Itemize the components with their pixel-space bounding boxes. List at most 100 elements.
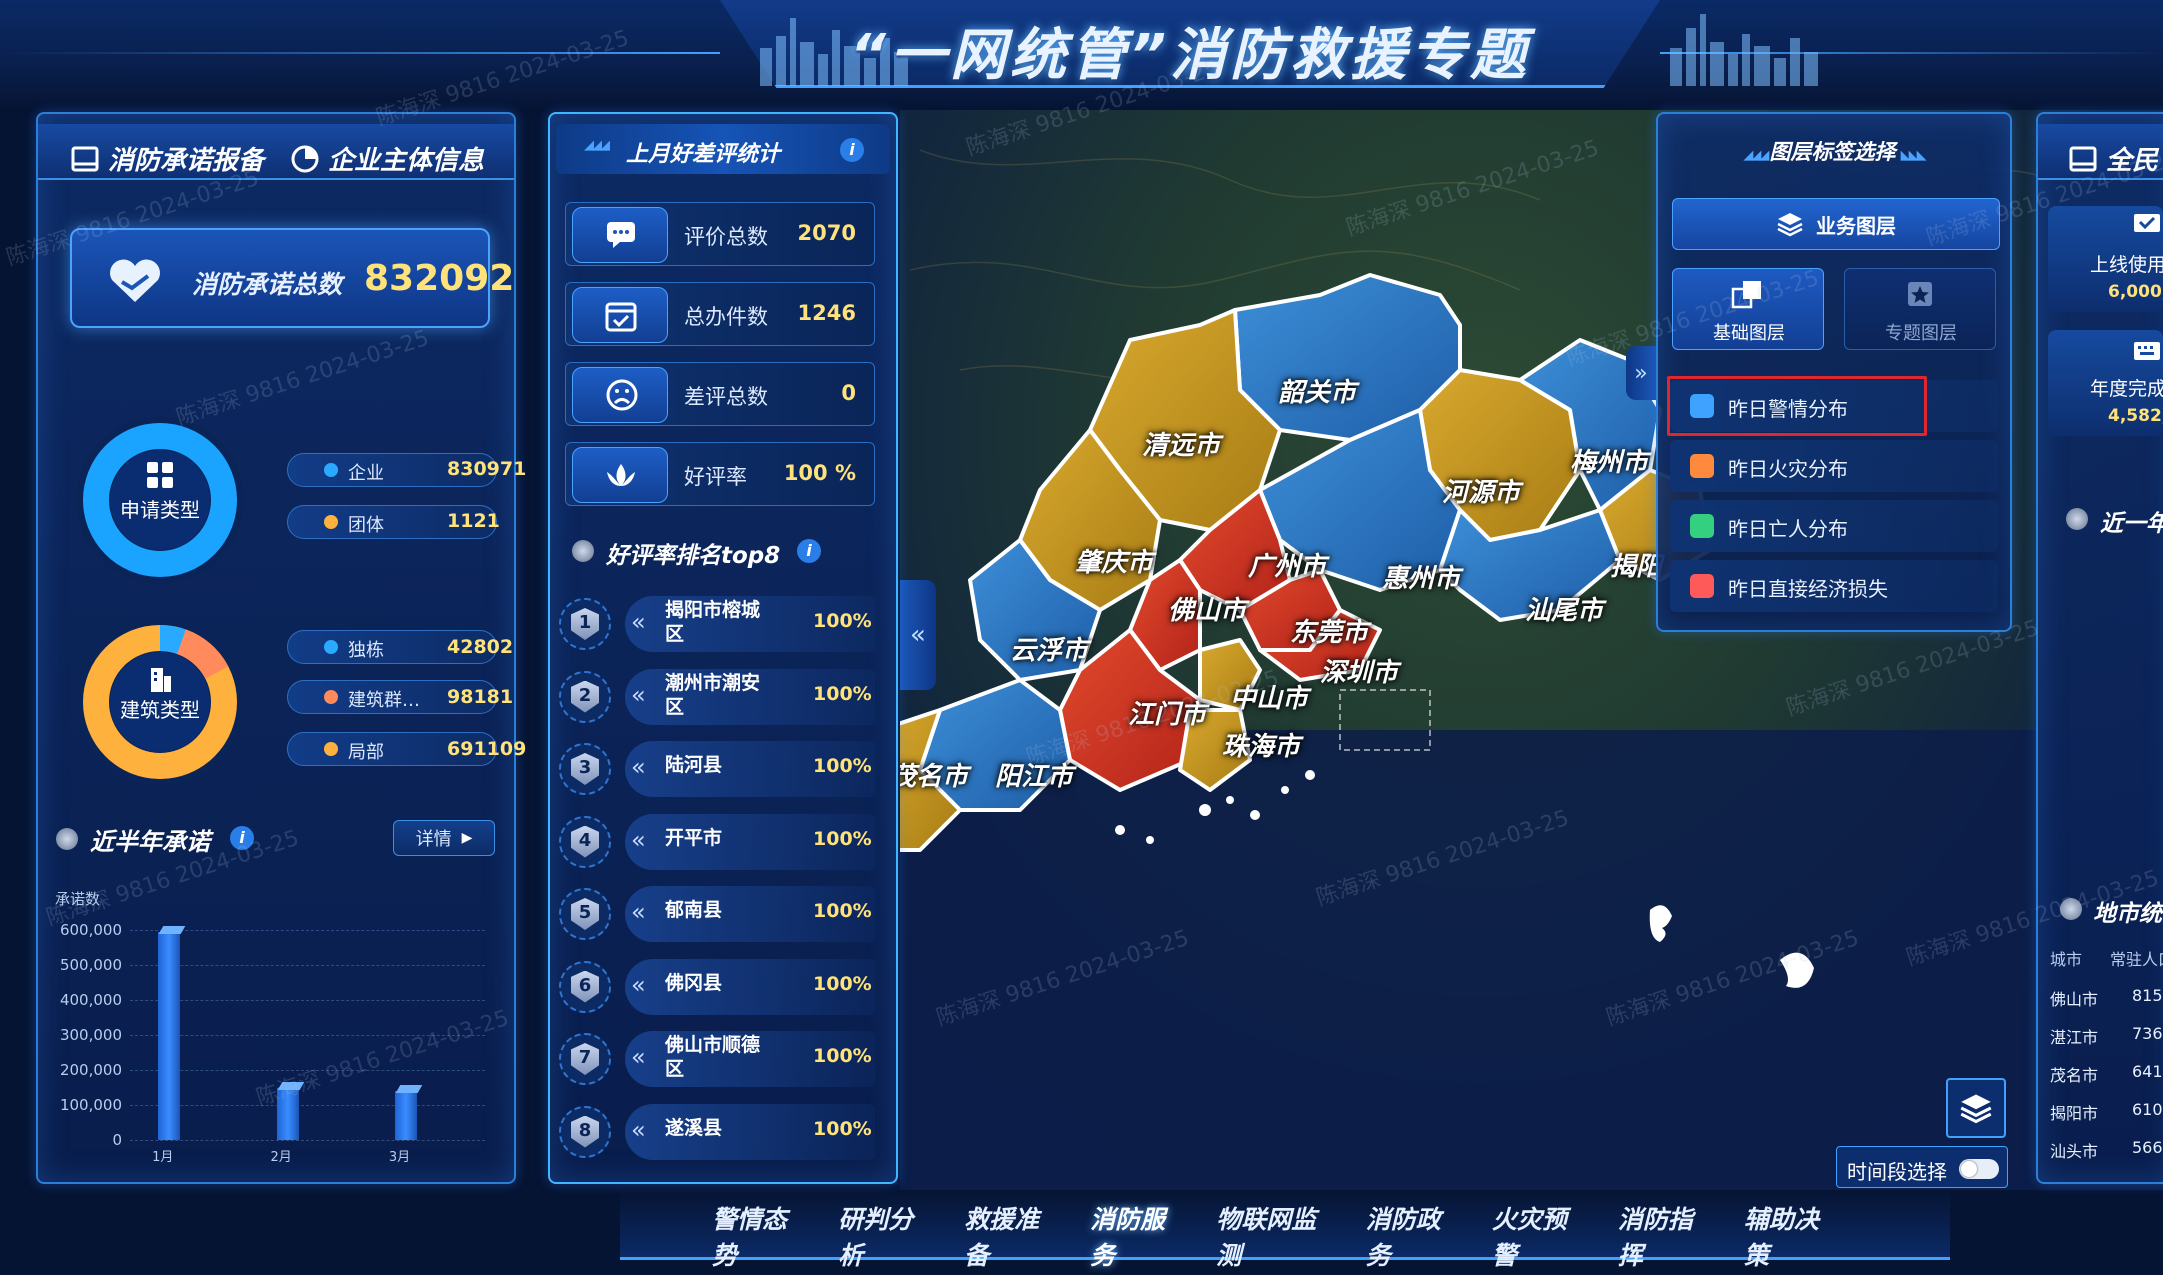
page-title: “一网统管”消防救援专题: [849, 23, 1531, 88]
header-deco-icon: ◢◢◢: [1743, 148, 1770, 163]
city-label[interactable]: 肇庆市: [1075, 542, 1153, 579]
rank-rate: 100%: [813, 755, 872, 777]
city-label[interactable]: 深圳市: [1320, 652, 1398, 689]
business-layer-button[interactable]: 业务图层: [1672, 198, 2000, 250]
ranking-row[interactable]: 4 « 开平市 100%: [555, 808, 880, 874]
building-icon: [145, 664, 175, 694]
rank-name: 遂溪县: [665, 1116, 723, 1139]
tab-enterprise[interactable]: 企业主体信息: [290, 140, 484, 177]
city-label[interactable]: 云浮市: [1010, 630, 1088, 667]
grid-line: [130, 1070, 485, 1071]
chart-bar-cap: [395, 1085, 423, 1093]
city-label[interactable]: 揭阳: [1610, 546, 1662, 583]
nav-item[interactable]: 消防政务: [1354, 1200, 1472, 1270]
tab-topic-layer[interactable]: 专题图层: [1844, 268, 1996, 350]
nav-item[interactable]: 火灾预警: [1480, 1200, 1598, 1270]
nav-item[interactable]: 警情态势: [700, 1200, 818, 1270]
stat-label: 总办件数: [684, 305, 768, 329]
rank-number: 3: [571, 753, 599, 785]
y-tick-label: 400,000: [59, 991, 122, 1009]
city-label[interactable]: 江门市: [1128, 694, 1206, 731]
city-label[interactable]: 佛山市: [1168, 590, 1246, 627]
layer-item[interactable]: 昨日亡人分布: [1670, 500, 1998, 552]
chart-bar[interactable]: [394, 1091, 417, 1140]
city-label[interactable]: 茂名市: [900, 756, 968, 793]
ranking-row[interactable]: 6 « 佛冈县 100%: [555, 953, 880, 1019]
time-range-toggle[interactable]: 时间段选择: [1836, 1146, 2008, 1188]
rank-number: 7: [571, 1043, 599, 1075]
city-label[interactable]: 珠海市: [1222, 726, 1300, 763]
layer-toggle-button[interactable]: [1946, 1078, 2006, 1138]
legend-value: 42802: [447, 636, 514, 658]
collapse-left-panel-button[interactable]: «: [900, 580, 936, 690]
layer-item[interactable]: 昨日警情分布: [1667, 376, 1998, 436]
nav-item[interactable]: 研判分析: [826, 1200, 944, 1270]
tab-commitment[interactable]: 消防承诺报备: [70, 140, 264, 177]
legend-dot: [324, 742, 338, 756]
rank-badge: 8: [559, 1105, 611, 1158]
city-label[interactable]: 清远市: [1142, 425, 1220, 462]
rank-number: 8: [571, 1115, 599, 1148]
stat-label: 好评率: [684, 465, 747, 489]
nav-item[interactable]: 消防服务: [1078, 1200, 1196, 1270]
ranking-row[interactable]: 3 « 陆河县 100%: [555, 735, 880, 801]
legend-dot: [324, 515, 338, 529]
ranking-row[interactable]: 8 « 遂溪县 100%: [555, 1098, 880, 1164]
table-cell: 815: [2132, 986, 2163, 1005]
header-deco-icon: ◣◣◣: [1900, 148, 1927, 163]
city-label[interactable]: 阳江市: [995, 756, 1073, 793]
y-axis-title: 承诺数: [55, 890, 101, 908]
rank-rate: 100%: [813, 900, 872, 922]
city-label[interactable]: 东莞市: [1290, 612, 1368, 649]
base-layer-icon: [1731, 281, 1761, 309]
info-icon[interactable]: i: [230, 826, 254, 850]
tab-base-layer[interactable]: 基础图层: [1672, 268, 1824, 350]
ranking-row[interactable]: 5 « 郁南县 100%: [555, 880, 880, 946]
lotus-icon: [572, 447, 668, 503]
detail-button[interactable]: 详情 ▶: [393, 820, 495, 856]
city-label[interactable]: 韶关市: [1278, 372, 1356, 409]
calendar-check-icon: [572, 287, 668, 343]
city-label[interactable]: 广州市: [1248, 546, 1326, 583]
city-label[interactable]: 梅州市: [1570, 442, 1648, 479]
layer-item[interactable]: 昨日直接经济损失: [1670, 560, 1998, 612]
keyboard-icon: [2134, 342, 2160, 360]
rank-badge: 2: [559, 670, 611, 723]
collapse-layer-panel-button[interactable]: »: [1626, 346, 1656, 400]
legend-label: 独栋: [348, 640, 384, 661]
nav-item[interactable]: 物联网监测: [1204, 1200, 1346, 1270]
tab-all-people[interactable]: 全民: [2068, 140, 2158, 177]
metric-card: 年度完成 4,582,4: [2048, 330, 2163, 436]
rank-rate: 100%: [813, 1117, 872, 1140]
info-icon[interactable]: i: [840, 138, 864, 162]
ranking-row[interactable]: 7 « 佛山市顺德区 100%: [555, 1025, 880, 1091]
legend-value: 830971: [447, 458, 527, 480]
nav-item[interactable]: 消防指挥: [1606, 1200, 1724, 1270]
half-year-title: 近半年承诺: [90, 828, 210, 856]
half-year-bar-chart[interactable]: 600,000 500,000 400,000 300,000 200,000 100,0…: [60, 921, 485, 1165]
recent-title: 近一年: [2100, 511, 2163, 537]
city-label[interactable]: 汕尾市: [1525, 590, 1603, 627]
metric-value: 6,000,6: [2108, 282, 2163, 302]
section-bullet-icon: [56, 828, 78, 850]
nav-item[interactable]: 救援准备: [952, 1200, 1070, 1270]
legend-label: 企业: [348, 463, 384, 484]
city-label[interactable]: 河源市: [1442, 472, 1520, 509]
chart-bar[interactable]: [158, 931, 181, 1140]
toggle-switch[interactable]: [1959, 1159, 1999, 1179]
chart-bar[interactable]: [276, 1087, 299, 1140]
grid-line: [130, 1000, 485, 1001]
ranking-row[interactable]: 2 « 潮州市潮安区 100%: [555, 663, 880, 729]
city-label[interactable]: 惠州市: [1382, 558, 1460, 595]
layer-item[interactable]: 昨日火灾分布: [1670, 440, 1998, 492]
info-icon[interactable]: i: [797, 539, 821, 563]
ranking-row[interactable]: 1 « 揭阳市榕城区 100%: [555, 590, 880, 656]
tab-label: 全民: [2106, 146, 2159, 176]
table-cell: 汕头市: [2050, 1142, 2099, 1161]
city-label[interactable]: 中山市: [1230, 678, 1308, 715]
nav-item[interactable]: 辅助决策: [1732, 1200, 1850, 1270]
chart-bar-cap: [158, 925, 186, 934]
layer-item-label: 昨日亡人分布: [1728, 517, 1848, 541]
check-screen-icon: [2134, 214, 2160, 232]
bottom-nav: 警情态势 研判分析 救援准备 消防服务 物联网监测 消防政务 火灾预警 消防指挥 辅助决策: [700, 1200, 1850, 1270]
